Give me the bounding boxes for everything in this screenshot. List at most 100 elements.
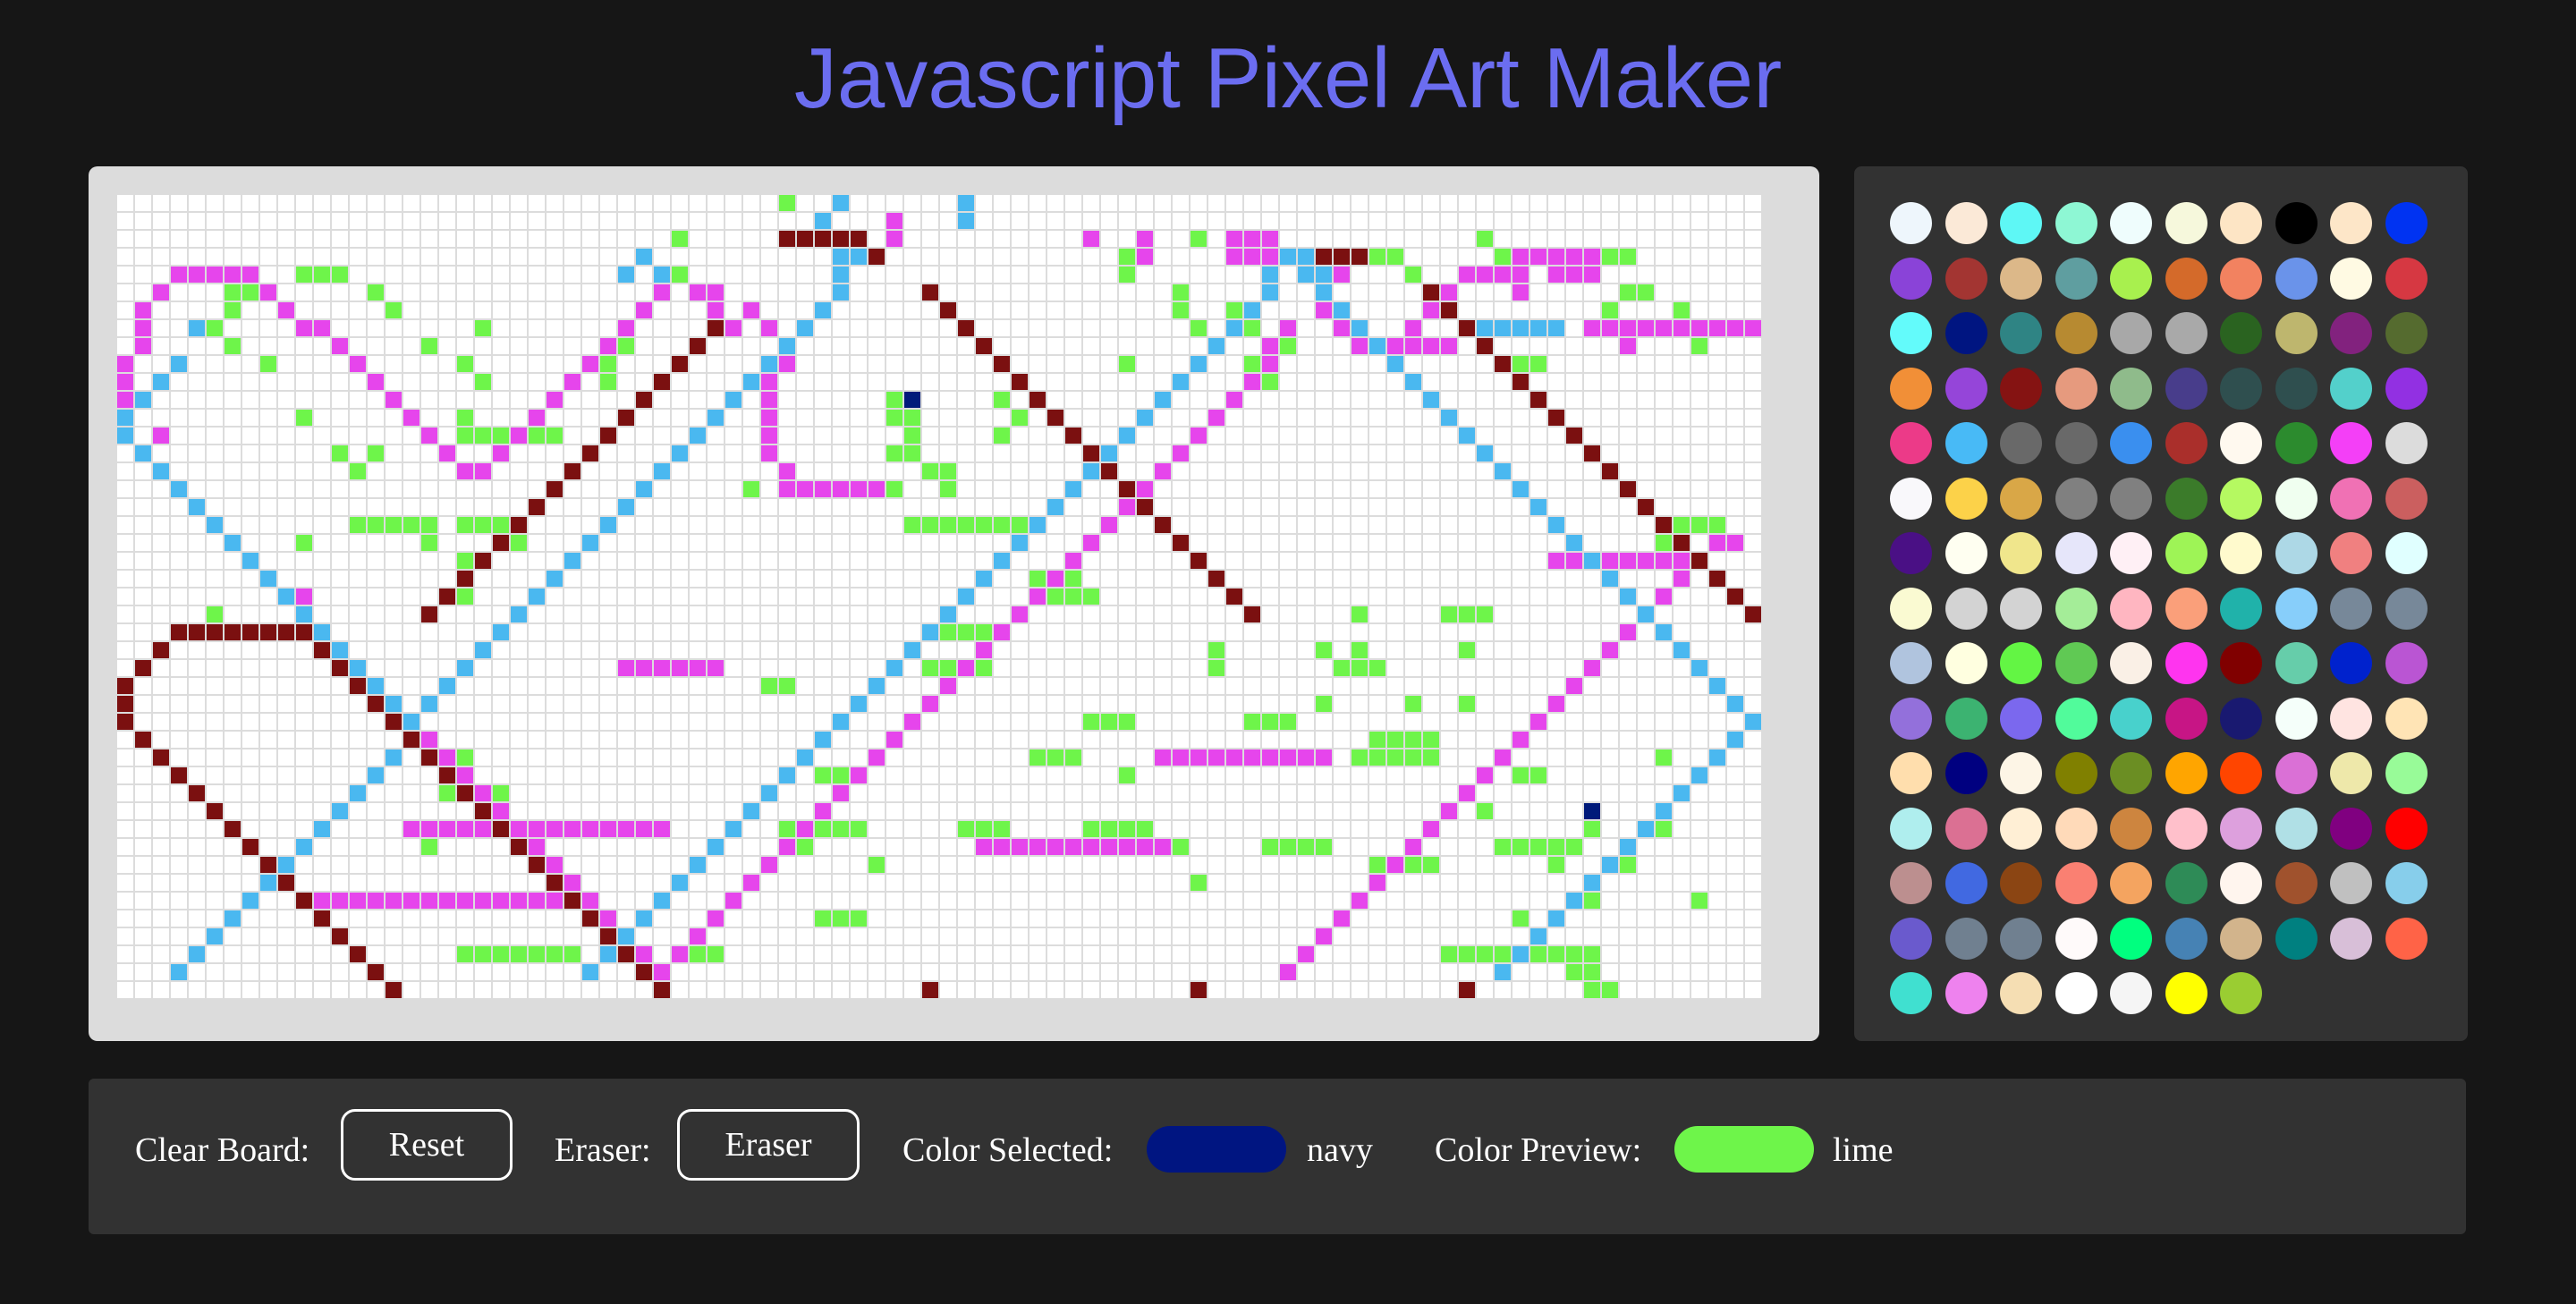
pixel-cell[interactable] [1030, 821, 1046, 837]
pixel-cell[interactable] [296, 606, 312, 622]
pixel-cell[interactable] [833, 302, 849, 318]
pixel-cell[interactable] [1709, 893, 1725, 909]
pixel-cell[interactable] [511, 481, 527, 497]
pixel-cell[interactable] [1173, 445, 1189, 461]
pixel-cell[interactable] [994, 445, 1010, 461]
pixel-cell[interactable] [189, 588, 205, 605]
pixel-cell[interactable] [1691, 696, 1707, 712]
pixel-cell[interactable] [922, 696, 938, 712]
pixel-cell[interactable] [1584, 517, 1600, 533]
pixel-cell[interactable] [1405, 213, 1421, 229]
pixel-cell[interactable] [761, 195, 777, 211]
pixel-cell[interactable] [475, 231, 491, 247]
pixel-cell[interactable] [1065, 249, 1081, 265]
color-swatch[interactable] [2220, 972, 2262, 1014]
color-swatch[interactable] [1945, 972, 1987, 1014]
pixel-cell[interactable] [457, 535, 473, 551]
pixel-cell[interactable] [976, 624, 992, 640]
pixel-cell[interactable] [1674, 749, 1690, 766]
pixel-cell[interactable] [260, 320, 276, 336]
pixel-cell[interactable] [242, 338, 258, 354]
pixel-cell[interactable] [708, 606, 724, 622]
pixel-cell[interactable] [1226, 213, 1242, 229]
pixel-cell[interactable] [1012, 714, 1028, 730]
pixel-cell[interactable] [940, 803, 956, 819]
pixel-cell[interactable] [1387, 946, 1403, 962]
pixel-cell[interactable] [368, 463, 384, 479]
pixel-cell[interactable] [994, 428, 1010, 444]
pixel-cell[interactable] [600, 356, 616, 372]
pixel-cell[interactable] [851, 642, 867, 658]
pixel-cell[interactable] [332, 946, 348, 962]
pixel-cell[interactable] [922, 374, 938, 390]
pixel-cell[interactable] [1119, 821, 1135, 837]
pixel-cell[interactable] [511, 249, 527, 265]
pixel-cell[interactable] [332, 696, 348, 712]
pixel-cell[interactable] [1691, 839, 1707, 855]
pixel-cell[interactable] [1280, 893, 1296, 909]
pixel-cell[interactable] [1584, 553, 1600, 569]
pixel-cell[interactable] [1226, 821, 1242, 837]
pixel-cell[interactable] [421, 910, 437, 927]
pixel-cell[interactable] [368, 875, 384, 891]
pixel-cell[interactable] [1477, 588, 1493, 605]
pixel-cell[interactable] [815, 428, 831, 444]
pixel-cell[interactable] [1656, 499, 1672, 515]
pixel-cell[interactable] [654, 732, 670, 748]
pixel-cell[interactable] [1584, 481, 1600, 497]
pixel-cell[interactable] [1709, 767, 1725, 783]
pixel-cell[interactable] [1477, 481, 1493, 497]
pixel-cell[interactable] [421, 660, 437, 676]
pixel-cell[interactable] [708, 320, 724, 336]
pixel-cell[interactable] [1566, 749, 1582, 766]
pixel-cell[interactable] [368, 410, 384, 426]
pixel-cell[interactable] [1065, 696, 1081, 712]
pixel-cell[interactable] [242, 463, 258, 479]
pixel-cell[interactable] [1584, 624, 1600, 640]
pixel-cell[interactable] [529, 767, 545, 783]
pixel-cell[interactable] [439, 231, 455, 247]
pixel-cell[interactable] [1423, 374, 1439, 390]
pixel-cell[interactable] [1441, 928, 1457, 944]
pixel-cell[interactable] [904, 678, 920, 694]
pixel-cell[interactable] [994, 195, 1010, 211]
pixel-cell[interactable] [1316, 445, 1332, 461]
pixel-cell[interactable] [1620, 785, 1636, 801]
pixel-cell[interactable] [654, 428, 670, 444]
pixel-cell[interactable] [1244, 553, 1260, 569]
pixel-cell[interactable] [1191, 374, 1207, 390]
pixel-cell[interactable] [153, 803, 169, 819]
pixel-cell[interactable] [815, 284, 831, 301]
pixel-cell[interactable] [869, 678, 885, 694]
pixel-cell[interactable] [1065, 964, 1081, 980]
pixel-cell[interactable] [1477, 893, 1493, 909]
pixel-cell[interactable] [1191, 964, 1207, 980]
pixel-cell[interactable] [1709, 821, 1725, 837]
pixel-cell[interactable] [1298, 374, 1314, 390]
pixel-cell[interactable] [1459, 964, 1475, 980]
pixel-cell[interactable] [1208, 660, 1224, 676]
pixel-cell[interactable] [475, 875, 491, 891]
pixel-cell[interactable] [833, 356, 849, 372]
pixel-cell[interactable] [904, 928, 920, 944]
pixel-cell[interactable] [1745, 481, 1761, 497]
pixel-cell[interactable] [851, 356, 867, 372]
pixel-cell[interactable] [189, 499, 205, 515]
pixel-cell[interactable] [529, 231, 545, 247]
pixel-cell[interactable] [672, 982, 688, 998]
pixel-cell[interactable] [511, 606, 527, 622]
pixel-cell[interactable] [1459, 588, 1475, 605]
pixel-cell[interactable] [439, 857, 455, 873]
pixel-cell[interactable] [1047, 839, 1063, 855]
pixel-cell[interactable] [690, 571, 706, 587]
pixel-cell[interactable] [1727, 588, 1743, 605]
pixel-cell[interactable] [582, 928, 598, 944]
pixel-cell[interactable] [153, 302, 169, 318]
pixel-cell[interactable] [1602, 696, 1618, 712]
pixel-cell[interactable] [779, 428, 795, 444]
pixel-cell[interactable] [1334, 803, 1350, 819]
pixel-cell[interactable] [743, 356, 759, 372]
pixel-cell[interactable] [1191, 517, 1207, 533]
pixel-cell[interactable] [1298, 231, 1314, 247]
pixel-cell[interactable] [225, 785, 241, 801]
